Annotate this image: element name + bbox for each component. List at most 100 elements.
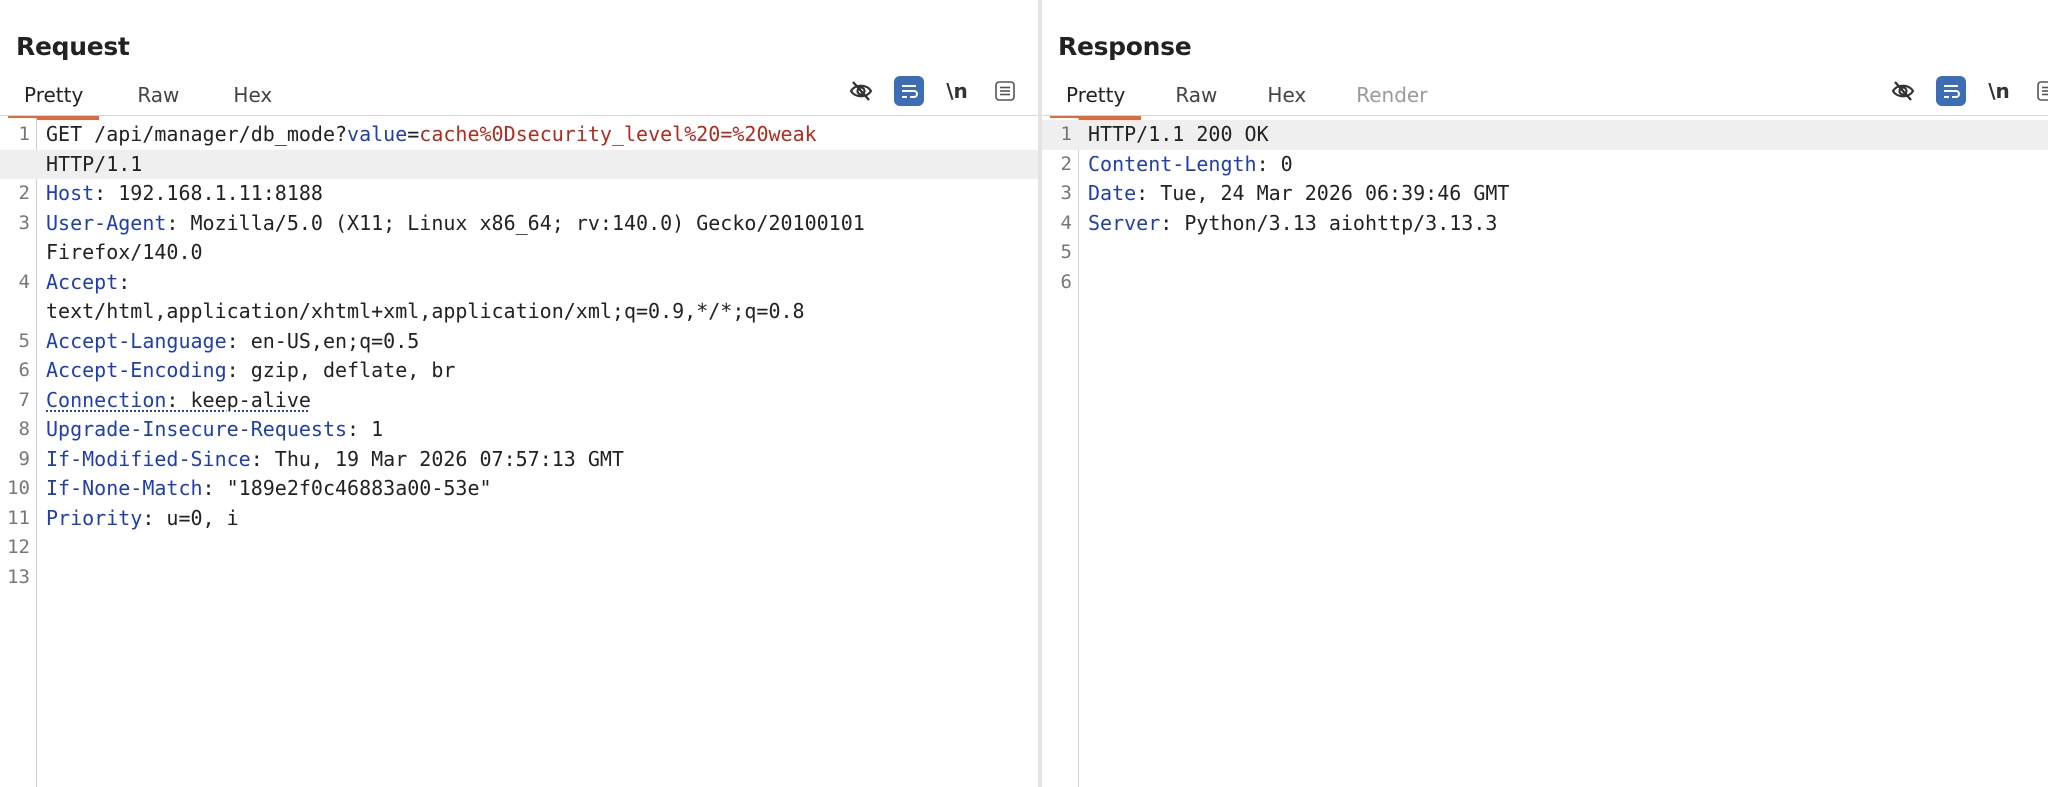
text-token: HTTP/1.1 200 OK	[1088, 122, 1269, 146]
request-toolbar: \n	[846, 76, 1020, 106]
code-line: 7 Connection: keep-alive	[0, 386, 1038, 416]
text-token: : Mozilla/5.0 (X11; Linux x86_64; rv:140…	[166, 210, 865, 235]
line-content: Accept:	[46, 270, 130, 294]
newline-icon: \n	[946, 79, 968, 103]
code-line: 12	[0, 533, 1038, 563]
header-name: Accept-Encoding	[46, 358, 227, 382]
line-content: User-Agent: Mozilla/5.0 (X11; Linux x86_…	[46, 211, 865, 235]
code-line: Firefox/140.0	[0, 238, 1038, 268]
line-number: 12	[7, 536, 30, 558]
tab-render[interactable]: Render	[1340, 78, 1443, 116]
header-name: Date	[1088, 181, 1137, 205]
line-content: Host: 192.168.1.11:8188	[46, 181, 323, 205]
line-content: HTTP/1.1 200 OK	[1088, 122, 1269, 146]
line-content: If-Modified-Since: Thu, 19 Mar 2026 07:5…	[46, 447, 624, 471]
wrap-lines-button[interactable]	[894, 76, 924, 106]
line-number: 8	[18, 418, 30, 440]
line-content: Accept-Language: en-US,en;q=0.5	[46, 329, 419, 353]
line-content: Accept-Encoding: gzip, deflate, br	[46, 358, 455, 382]
text-token: : u=0, i	[142, 505, 239, 530]
line-number: 1	[18, 123, 30, 145]
tab-pretty[interactable]: Pretty	[1050, 78, 1142, 120]
line-number: 3	[18, 211, 30, 234]
text-token: : 1	[347, 417, 384, 441]
inspector-menu-button[interactable]	[990, 76, 1020, 106]
text-token: : en-US,en;q=0.5	[226, 328, 420, 353]
code-line: 5	[1042, 238, 2048, 268]
text-token: text/html,application/xhtml+xml,applicat…	[46, 299, 805, 323]
text-token: : "189e2f0c46883a00-53e"	[202, 476, 492, 500]
code-line: 9 If-Modified-Since: Thu, 19 Mar 2026 07:…	[0, 445, 1038, 475]
show-newlines-button[interactable]: \n	[942, 76, 972, 106]
line-number: 3	[1060, 182, 1072, 204]
eye-slash-icon	[1891, 81, 1915, 101]
tab-pretty[interactable]: Pretty	[8, 78, 100, 120]
code-line: 1 HTTP/1.1 200 OK	[1042, 120, 2048, 150]
text-token: : keep-alive	[166, 387, 311, 412]
text-token: :	[118, 269, 131, 294]
response-editor[interactable]: 1 HTTP/1.1 200 OK 2 Content-Length: 0 3 Date:…	[1042, 118, 2048, 787]
line-number: 13	[7, 565, 30, 588]
code-line: 13	[0, 563, 1038, 593]
tab-raw[interactable]: Raw	[121, 78, 195, 116]
code-line: 10 If-None-Match: "189e2f0c46883a00-53e"	[0, 474, 1038, 504]
code-line: 11 Priority: u=0, i	[0, 504, 1038, 534]
line-content: text/html,application/xhtml+xml,applicat…	[46, 299, 805, 323]
line-number: 11	[7, 506, 30, 529]
line-content: Priority: u=0, i	[46, 506, 239, 530]
header-name: Upgrade-Insecure-Requests	[46, 417, 348, 441]
line-number: 2	[18, 182, 30, 204]
line-number: 6	[18, 359, 30, 381]
line-number: 4	[1060, 211, 1072, 234]
line-content: Server: Python/3.13 aiohttp/3.13.3	[1088, 211, 1497, 235]
line-content: Connection: keep-alive	[46, 388, 311, 412]
inspector-menu-button[interactable]	[2032, 76, 2048, 106]
line-content: If-None-Match: "189e2f0c46883a00-53e"	[46, 476, 492, 500]
text-token: : 0	[1256, 151, 1293, 176]
header-name: Priority	[46, 505, 143, 530]
line-number: 5	[18, 329, 30, 352]
header-name: Accept	[46, 269, 119, 294]
wrap-lines-icon	[1944, 85, 1960, 98]
wrap-lines-button[interactable]	[1936, 76, 1966, 106]
menu-icon	[2037, 81, 2048, 101]
line-number: 7	[18, 388, 30, 411]
query-value: cache%0Dsecurity_level%20=%20weak	[419, 122, 817, 146]
hide-nonprintable-button[interactable]	[1888, 76, 1918, 106]
request-editor[interactable]: 1 GET /api/manager/db_mode?value=cache%0D…	[0, 118, 1038, 787]
line-content: Date: Tue, 24 Mar 2026 06:39:46 GMT	[1088, 181, 1509, 205]
text-token: HTTP/1.1	[46, 151, 143, 176]
text-token: Firefox/140.0	[46, 240, 203, 264]
code-line: 3 Date: Tue, 24 Mar 2026 06:39:46 GMT	[1042, 179, 2048, 209]
text-token: GET /api/manager/db_mode?	[46, 122, 348, 146]
request-title: Request	[16, 32, 130, 61]
tabs-divider	[0, 115, 1038, 116]
response-pane: Response Pretty Raw Hex Render \n 1 HTTP/…	[1042, 0, 2048, 787]
response-title: Response	[1058, 32, 1192, 61]
line-content: HTTP/1.1	[46, 152, 142, 176]
hide-nonprintable-button[interactable]	[846, 76, 876, 106]
show-newlines-button[interactable]: \n	[1984, 76, 2014, 106]
code-line: 6	[1042, 268, 2048, 298]
tab-hex[interactable]: Hex	[217, 78, 288, 116]
response-tabs: Pretty Raw Hex Render	[1050, 78, 1443, 120]
text-token: : 192.168.1.11:8188	[94, 181, 323, 205]
code-line: 5 Accept-Language: en-US,en;q=0.5	[0, 327, 1038, 357]
code-line: 4 Accept:	[0, 268, 1038, 298]
line-number: 5	[1060, 241, 1072, 263]
header-name: Host	[46, 181, 95, 205]
tab-hex[interactable]: Hex	[1251, 78, 1322, 116]
header-name: Accept-Language	[46, 328, 227, 353]
code-line: 2 Host: 192.168.1.11:8188	[0, 179, 1038, 209]
line-content: Firefox/140.0	[46, 240, 203, 264]
code-line: 3 User-Agent: Mozilla/5.0 (X11; Linux x86…	[0, 209, 1038, 239]
tab-raw[interactable]: Raw	[1159, 78, 1233, 116]
text-token: =	[407, 122, 420, 146]
response-toolbar: \n	[1888, 76, 2048, 106]
line-number: 6	[1060, 270, 1072, 293]
text-token: : Thu, 19 Mar 2026 07:57:13 GMT	[250, 446, 624, 471]
line-number: 10	[7, 477, 30, 499]
line-number: 1	[1060, 123, 1072, 145]
code-line: HTTP/1.1	[0, 149, 1038, 179]
code-line: 8 Upgrade-Insecure-Requests: 1	[0, 415, 1038, 445]
